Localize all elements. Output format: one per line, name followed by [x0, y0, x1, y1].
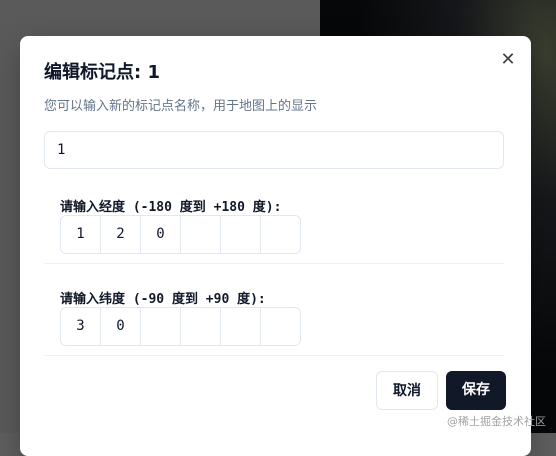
latitude-digit-group: 3 0 [60, 307, 301, 346]
longitude-digit-slot[interactable] [181, 216, 221, 253]
longitude-digit-slot[interactable] [221, 216, 261, 253]
latitude-digit-slot[interactable] [221, 308, 261, 345]
marker-name-input[interactable] [44, 131, 504, 169]
divider [44, 355, 504, 356]
latitude-digit-slot[interactable] [261, 308, 300, 345]
save-button[interactable]: 保存 [446, 371, 506, 410]
latitude-digit-slot[interactable]: 3 [61, 308, 101, 345]
edit-marker-dialog: ✕ 编辑标记点: 1 您可以输入新的标记点名称，用于地图上的显示 请输入经度 (… [20, 36, 531, 456]
latitude-label: 请输入纬度 (-90 度到 +90 度): [60, 292, 266, 307]
longitude-digit-slot[interactable]: 2 [101, 216, 141, 253]
dialog-description: 您可以输入新的标记点名称，用于地图上的显示 [44, 99, 318, 114]
latitude-digit-slot[interactable] [181, 308, 221, 345]
cancel-button[interactable]: 取消 [376, 371, 438, 410]
longitude-digit-slot[interactable] [261, 216, 300, 253]
dialog-title: 编辑标记点: 1 [44, 62, 160, 83]
latitude-digit-slot[interactable] [141, 308, 181, 345]
longitude-digit-group: 1 2 0 [60, 215, 301, 254]
longitude-digit-slot[interactable]: 0 [141, 216, 181, 253]
latitude-digit-slot[interactable]: 0 [101, 308, 141, 345]
divider [44, 263, 504, 264]
longitude-digit-slot[interactable]: 1 [61, 216, 101, 253]
watermark: @稀土掘金技术社区 [447, 415, 546, 428]
close-icon[interactable]: ✕ [498, 50, 518, 70]
longitude-label: 请输入经度 (-180 度到 +180 度): [60, 200, 282, 215]
